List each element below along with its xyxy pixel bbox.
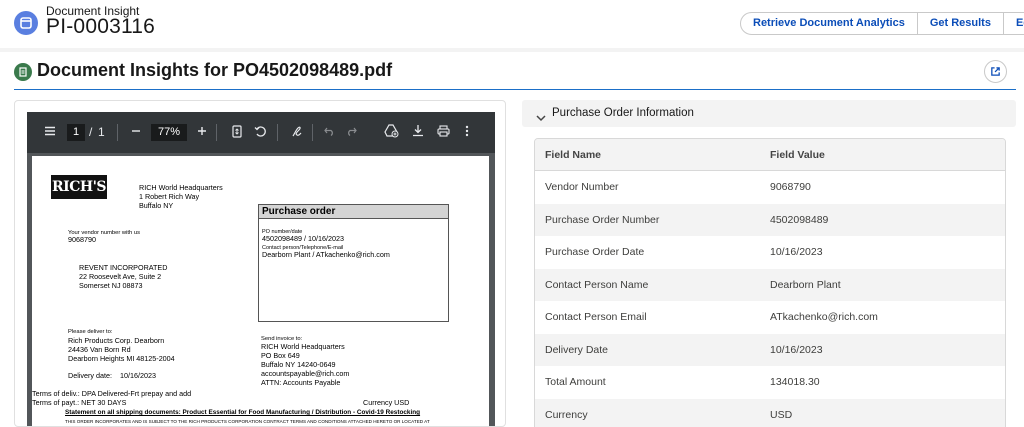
- field-value: 4502098489: [770, 213, 829, 226]
- page-number-input[interactable]: 1: [67, 124, 85, 141]
- redo-icon[interactable]: [346, 126, 357, 136]
- card-divider: [14, 89, 1016, 90]
- field-value: 10/16/2023: [770, 343, 823, 356]
- po-info-table: Field Name Field Value Vendor Number 906…: [534, 138, 1006, 427]
- field-name: Total Amount: [545, 376, 606, 389]
- total-pages: 1: [98, 125, 105, 139]
- column-header: Field Value: [770, 148, 825, 161]
- pdf-toolbar: 1 / 1 77%: [27, 112, 495, 153]
- table-row: Delivery Date 10/16/2023: [535, 333, 1005, 366]
- zoom-out-icon[interactable]: [131, 126, 141, 136]
- chevron-down-icon[interactable]: [536, 109, 546, 127]
- company-logo: RICH'S: [51, 175, 107, 199]
- pdf-viewer[interactable]: 1 / 1 77% RICH'S RICH World Headquarters…: [27, 112, 495, 426]
- external-link-icon: [991, 67, 1000, 76]
- table-row: Purchase Order Date 10/16/2023: [535, 236, 1005, 269]
- get-results-button[interactable]: Get Results: [916, 13, 1003, 34]
- annotate-icon[interactable]: [291, 125, 304, 138]
- undo-icon[interactable]: [324, 126, 335, 136]
- po-number-value: 4502098489 / 10/16/2023: [262, 234, 344, 243]
- card-title: Document Insights for PO4502098489.pdf: [37, 60, 393, 80]
- vendor-number: 9068790: [68, 235, 96, 244]
- field-name: Vendor Number: [545, 181, 619, 194]
- record-title: PI-0003116: [46, 15, 156, 38]
- field-name: Currency: [545, 408, 588, 421]
- doc-hq-line: Buffalo NY: [139, 201, 174, 210]
- print-icon[interactable]: [437, 125, 450, 137]
- edit-button[interactable]: Edit: [1002, 13, 1024, 34]
- fine-print: THIS ORDER INCORPORATES AND IS SUBJECT T…: [65, 419, 430, 424]
- table-row: Vendor Number 9068790: [535, 171, 1005, 204]
- field-value: 9068790: [770, 181, 811, 194]
- terms-of-payment: Terms of payt.: NET 30 DAYS: [32, 398, 127, 407]
- pdf-page: RICH'S RICH World Headquarters 1 Robert …: [32, 156, 489, 426]
- field-name: Purchase Order Date: [545, 246, 645, 259]
- table-row: Contact Person Name Dearborn Plant: [535, 268, 1005, 301]
- purchase-order-box: Purchase order PO number/date 4502098489…: [258, 204, 449, 322]
- table-row: Purchase Order Number 4502098489: [535, 203, 1005, 236]
- retrieve-document-analytics-button[interactable]: Retrieve Document Analytics: [741, 13, 917, 34]
- toolbar-divider: [277, 124, 278, 141]
- page-header: Document Insight PI-0003116 Retrieve Doc…: [0, 0, 1024, 48]
- table-row: Contact Person Email ATkachenko@rich.com: [535, 301, 1005, 334]
- field-value: Dearborn Plant: [770, 278, 841, 291]
- po-info-panel: Purchase Order Information Field Name Fi…: [522, 100, 1016, 427]
- rotate-icon[interactable]: [254, 125, 267, 138]
- menu-icon[interactable]: [44, 125, 56, 137]
- vendor-address-line: Somerset NJ 08873: [79, 281, 143, 290]
- section-title: Purchase Order Information: [552, 107, 694, 119]
- page-separator: /: [89, 125, 93, 139]
- contact-value: Dearborn Plant / ATkachenko@rich.com: [262, 250, 390, 259]
- field-value: ATkachenko@rich.com: [770, 311, 878, 324]
- document-icon: [14, 63, 32, 81]
- deliver-line: Dearborn Heights MI 48125-2004: [68, 354, 175, 363]
- statement-line: Statement on all shipping documents: Pro…: [65, 409, 421, 416]
- field-name: Contact Person Email: [545, 311, 647, 324]
- pdf-panel: 1 / 1 77% RICH'S RICH World Headquarters…: [14, 100, 506, 427]
- fit-page-icon[interactable]: [232, 125, 242, 138]
- po-info-section-header[interactable]: Purchase Order Information: [522, 100, 1016, 127]
- table-row: Currency USD: [535, 398, 1005, 427]
- column-header: Field Name: [545, 148, 602, 161]
- zoom-input[interactable]: 77%: [151, 124, 187, 141]
- header-button-group: Retrieve Document Analytics Get Results …: [740, 12, 1024, 35]
- open-external-button[interactable]: [984, 60, 1007, 83]
- delivery-date-value: 10/16/2023: [120, 371, 156, 380]
- download-icon[interactable]: [412, 124, 424, 137]
- invoice-line: ATTN: Accounts Payable: [261, 378, 341, 387]
- field-name: Purchase Order Number: [545, 213, 660, 226]
- currency-text: Currency USD: [363, 398, 410, 407]
- toolbar-divider: [216, 124, 217, 141]
- purchase-order-title: Purchase order: [259, 205, 448, 219]
- document-insight-icon: [14, 11, 38, 35]
- table-header-row: Field Name Field Value: [535, 139, 1005, 171]
- field-value: 134018.30: [770, 376, 820, 389]
- field-value: 10/16/2023: [770, 246, 823, 259]
- delivery-date-label: Delivery date:: [68, 371, 112, 380]
- field-name: Delivery Date: [545, 343, 609, 356]
- zoom-in-icon[interactable]: [197, 126, 207, 136]
- field-name: Contact Person Name: [545, 278, 649, 291]
- more-options-icon[interactable]: [465, 125, 469, 137]
- field-value: USD: [770, 408, 793, 421]
- add-to-drive-icon[interactable]: [384, 124, 399, 138]
- toolbar-divider: [312, 124, 313, 141]
- table-row: Total Amount 134018.30: [535, 366, 1005, 399]
- toolbar-divider: [117, 124, 118, 141]
